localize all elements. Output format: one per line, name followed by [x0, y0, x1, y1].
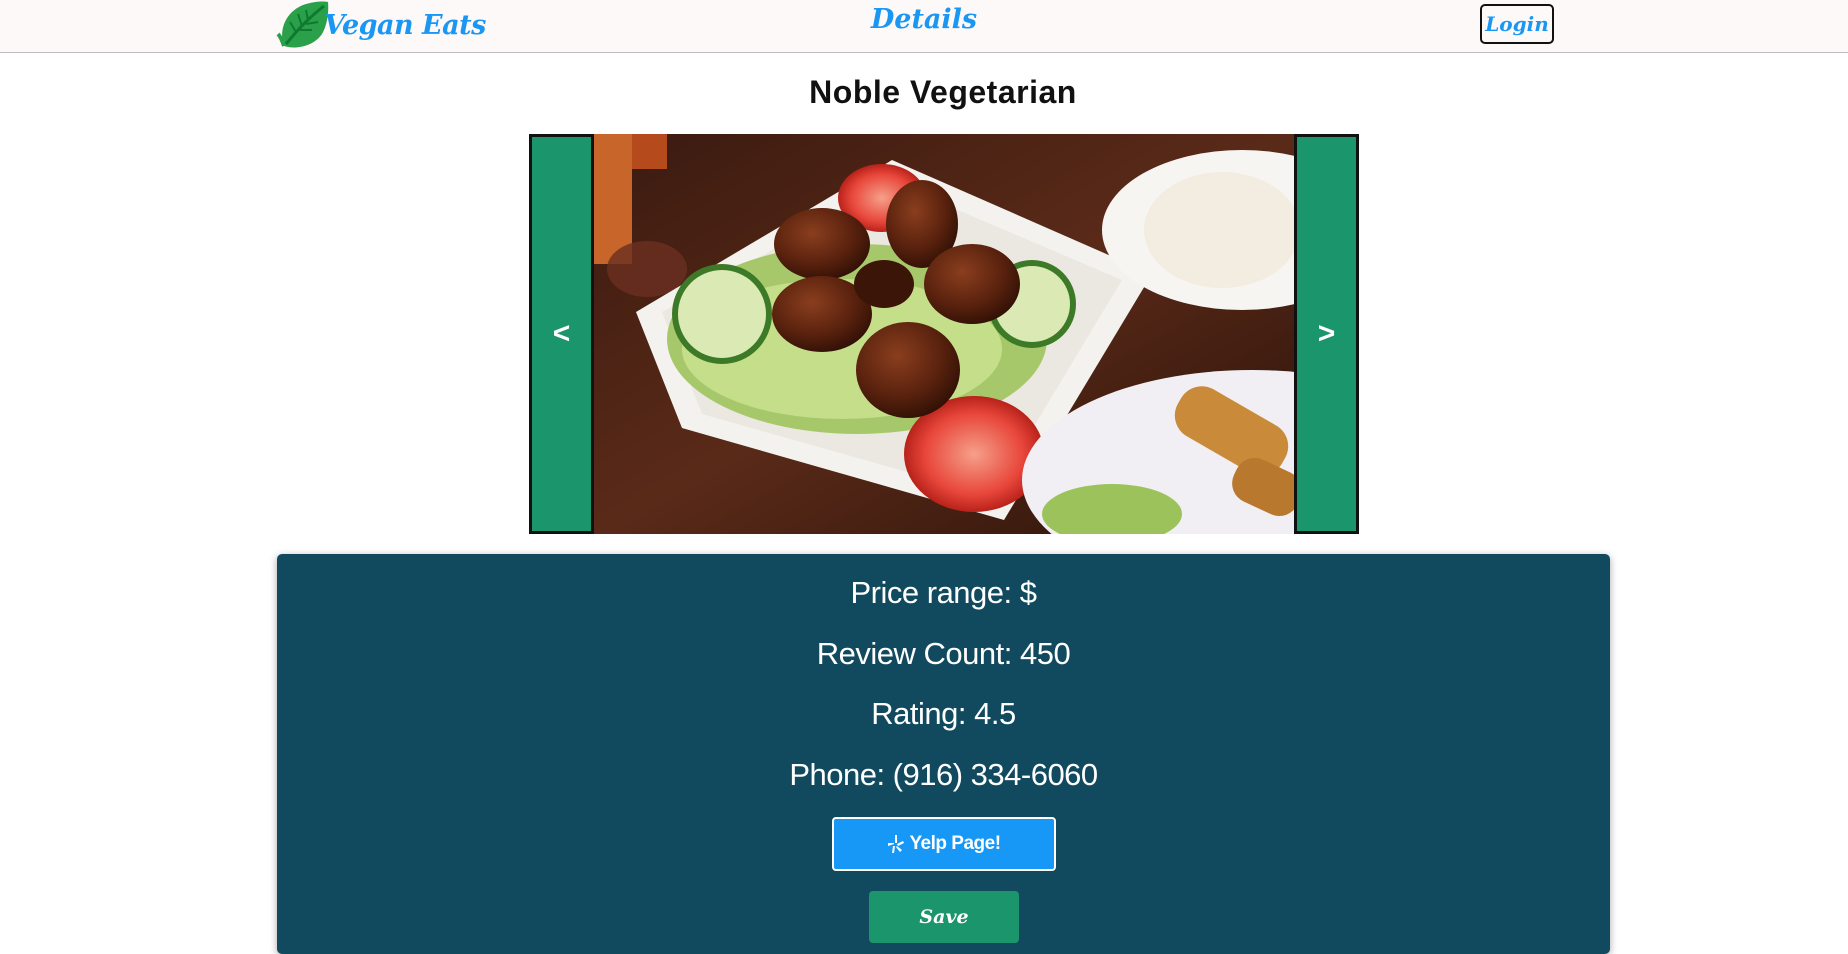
save-button[interactable]: Save — [869, 891, 1019, 943]
phone-text: Phone: (916) 334-6060 — [789, 757, 1098, 792]
yelp-button-label: Yelp Page! — [909, 833, 1001, 854]
top-navbar: Vegan Eats Details Login — [0, 0, 1848, 53]
yelp-page-button[interactable]: Yelp Page! — [832, 817, 1056, 871]
food-photo-image — [592, 134, 1482, 590]
photo-carousel: < > — [529, 134, 1482, 590]
carousel-prev-button[interactable]: < — [529, 134, 594, 534]
price-range-text: Price range: $ — [850, 575, 1038, 610]
restaurant-info-card: Price range: $ Review Count: 450 Rating:… — [277, 554, 1610, 954]
food-photo — [592, 134, 1482, 590]
page-heading-details: Details — [870, 4, 978, 35]
carousel-next-button[interactable]: > — [1294, 134, 1359, 534]
login-button[interactable]: Login — [1480, 4, 1554, 44]
review-count-text: Review Count: 450 — [816, 636, 1071, 671]
rating-text: Rating: 4.5 — [871, 696, 1016, 731]
yelp-icon — [888, 835, 905, 853]
restaurant-name: Noble Vegetarian — [809, 74, 1077, 110]
